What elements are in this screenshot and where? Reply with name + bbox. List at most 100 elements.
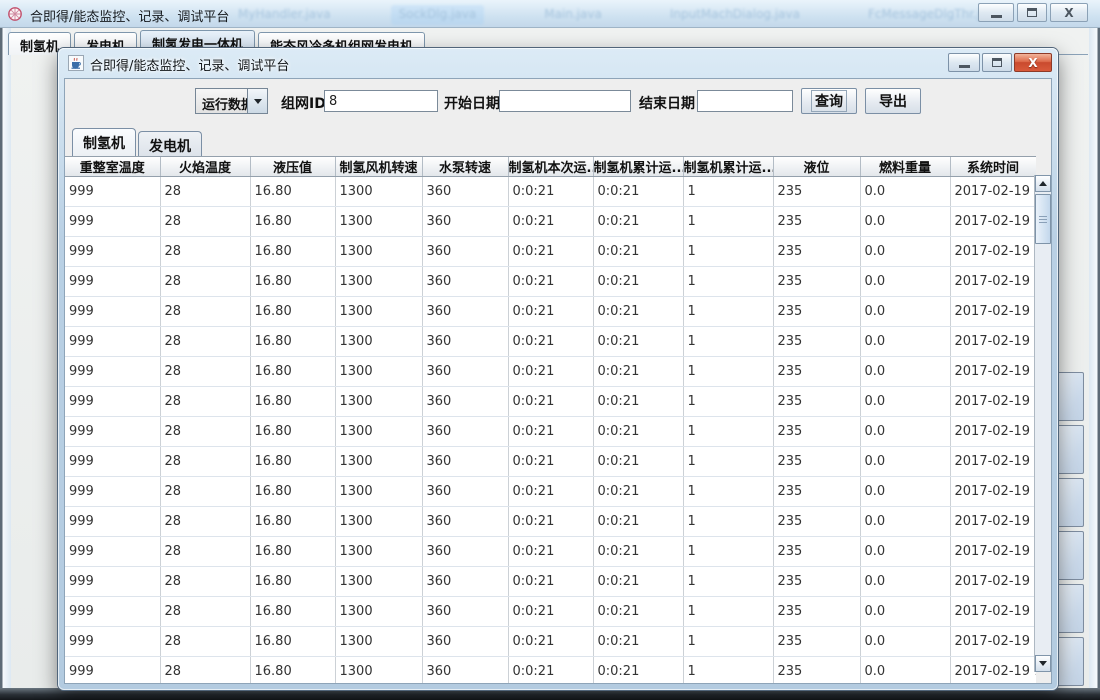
table-cell: 0.0 (860, 207, 950, 237)
table-cell: 1300 (335, 267, 422, 297)
scroll-up-button[interactable] (1035, 175, 1051, 192)
table-cell: 1300 (335, 507, 422, 537)
table-cell: 16.80 (250, 327, 335, 357)
table-row[interactable]: 9992816.8013003600:0:210:0:2112350.02017… (65, 597, 1036, 627)
table-cell: 28 (160, 387, 250, 417)
table-cell: 235 (773, 657, 860, 684)
chevron-down-icon (247, 89, 267, 113)
table-cell: 1 (683, 207, 773, 237)
table-header-cell[interactable]: 液压值 (250, 157, 335, 177)
table-row[interactable]: 9992816.8013003600:0:210:0:2112350.02017… (65, 387, 1036, 417)
table-cell: 1300 (335, 537, 422, 567)
table-cell: 16.80 (250, 567, 335, 597)
table-row[interactable]: 9992816.8013003600:0:210:0:2112350.02017… (65, 627, 1036, 657)
end-date-input[interactable] (697, 90, 793, 112)
data-type-combobox[interactable]: 运行数据 (195, 88, 268, 114)
maximize-button[interactable] (1017, 3, 1047, 22)
dialog-maximize-button[interactable] (982, 53, 1012, 72)
dialog-window-controls: X (948, 53, 1052, 72)
table-header-cell[interactable]: 制氢机累计运... (593, 157, 683, 177)
dialog-tab[interactable]: 制氢机 (72, 128, 136, 156)
table-cell: 0:0:21 (508, 627, 593, 657)
main-window-title: 合即得/能态监控、记录、调试平台 (30, 6, 229, 25)
table-cell: 0.0 (860, 597, 950, 627)
table-cell: 0.0 (860, 537, 950, 567)
table-row[interactable]: 9992816.8013003600:0:210:0:2112350.02017… (65, 237, 1036, 267)
start-date-input[interactable] (499, 90, 631, 112)
minimize-button[interactable] (978, 3, 1014, 22)
table-row[interactable]: 9992816.8013003600:0:210:0:2112350.02017… (65, 207, 1036, 237)
query-button[interactable]: 查询 (801, 88, 857, 114)
scrollbar-thumb[interactable] (1035, 194, 1051, 244)
table-cell: 28 (160, 267, 250, 297)
table-row[interactable]: 9992816.8013003600:0:210:0:2112350.02017… (65, 297, 1036, 327)
vertical-scrollbar[interactable] (1034, 175, 1051, 672)
data-dialog: 合即得/能态监控、记录、调试平台 X 运行数据 组网ID 开始日期 结束日期 查… (58, 48, 1058, 690)
table-row[interactable]: 9992816.8013003600:0:210:0:2112350.02017… (65, 417, 1036, 447)
table-header-cell[interactable]: 系统时间 (950, 157, 1036, 177)
table-cell: 235 (773, 417, 860, 447)
table-cell: 360 (422, 357, 508, 387)
table-row[interactable]: 9992816.8013003600:0:210:0:2112350.02017… (65, 327, 1036, 357)
table-cell: 360 (422, 537, 508, 567)
table-cell: 360 (422, 627, 508, 657)
table-cell: 28 (160, 177, 250, 207)
table-cell: 1 (683, 237, 773, 267)
table-header-cell[interactable]: 液位 (773, 157, 860, 177)
table-cell: 2017-02-19 1... (950, 297, 1036, 327)
table-row[interactable]: 9992816.8013003600:0:210:0:2112350.02017… (65, 357, 1036, 387)
close-button[interactable]: X (1050, 3, 1088, 22)
table-header-cell[interactable]: 制氢机累计运... (683, 157, 773, 177)
table-cell: 1 (683, 507, 773, 537)
data-table-viewport: 重整室温度火焰温度液压值制氢风机转速水泵转速制氢机本次运...制氢机累计运...… (65, 156, 1036, 683)
dialog-tab[interactable]: 发电机 (138, 131, 202, 156)
table-header-cell[interactable]: 燃料重量 (860, 157, 950, 177)
table-cell: 16.80 (250, 297, 335, 327)
table-cell: 235 (773, 237, 860, 267)
table-cell: 28 (160, 207, 250, 237)
table-header-cell[interactable]: 火焰温度 (160, 157, 250, 177)
table-row[interactable]: 9992816.8013003600:0:210:0:2112350.02017… (65, 447, 1036, 477)
table-cell: 0:0:21 (593, 567, 683, 597)
table-cell: 28 (160, 327, 250, 357)
table-row[interactable]: 9992816.8013003600:0:210:0:2112350.02017… (65, 657, 1036, 684)
table-cell: 16.80 (250, 597, 335, 627)
export-button[interactable]: 导出 (865, 88, 921, 114)
table-cell: 16.80 (250, 387, 335, 417)
table-header-cell[interactable]: 水泵转速 (422, 157, 508, 177)
scroll-down-button[interactable] (1035, 655, 1051, 672)
table-cell: 1 (683, 477, 773, 507)
table-cell: 360 (422, 297, 508, 327)
table-row[interactable]: 9992816.8013003600:0:210:0:2112350.02017… (65, 567, 1036, 597)
background-ide-tabs: MyHandler.javaSockDlg.javaMain.javaInput… (230, 5, 1010, 25)
table-header-cell[interactable]: 重整室温度 (65, 157, 160, 177)
table-cell: 0:0:21 (593, 597, 683, 627)
table-header-cell[interactable]: 制氢机本次运... (508, 157, 593, 177)
table-row[interactable]: 9992816.8013003600:0:210:0:2112350.02017… (65, 507, 1036, 537)
table-cell: 0:0:21 (508, 327, 593, 357)
table-row[interactable]: 9992816.8013003600:0:210:0:2112350.02017… (65, 267, 1036, 297)
background-file-tab: Main.java (536, 5, 610, 25)
table-cell: 0:0:21 (593, 627, 683, 657)
table-cell: 0:0:21 (508, 597, 593, 627)
table-row[interactable]: 9992816.8013003600:0:210:0:2112350.02017… (65, 177, 1036, 207)
table-row[interactable]: 9992816.8013003600:0:210:0:2112350.02017… (65, 537, 1036, 567)
table-header-cell[interactable]: 制氢风机转速 (335, 157, 422, 177)
table-cell: 0:0:21 (593, 297, 683, 327)
table-row[interactable]: 9992816.8013003600:0:210:0:2112350.02017… (65, 477, 1036, 507)
table-cell: 1300 (335, 207, 422, 237)
table-cell: 16.80 (250, 207, 335, 237)
dialog-close-button[interactable]: X (1014, 53, 1052, 72)
table-cell: 1300 (335, 567, 422, 597)
table-cell: 0.0 (860, 357, 950, 387)
table-cell: 999 (65, 657, 160, 684)
dialog-minimize-button[interactable] (948, 53, 980, 72)
table-cell: 2017-02-19 1... (950, 327, 1036, 357)
table-cell: 28 (160, 297, 250, 327)
table-cell: 0:0:21 (508, 267, 593, 297)
window-border-right (1089, 28, 1100, 688)
dialog-title: 合即得/能态监控、记录、调试平台 (90, 55, 289, 74)
table-cell: 235 (773, 387, 860, 417)
table-cell: 1 (683, 447, 773, 477)
group-id-input[interactable] (324, 90, 438, 112)
